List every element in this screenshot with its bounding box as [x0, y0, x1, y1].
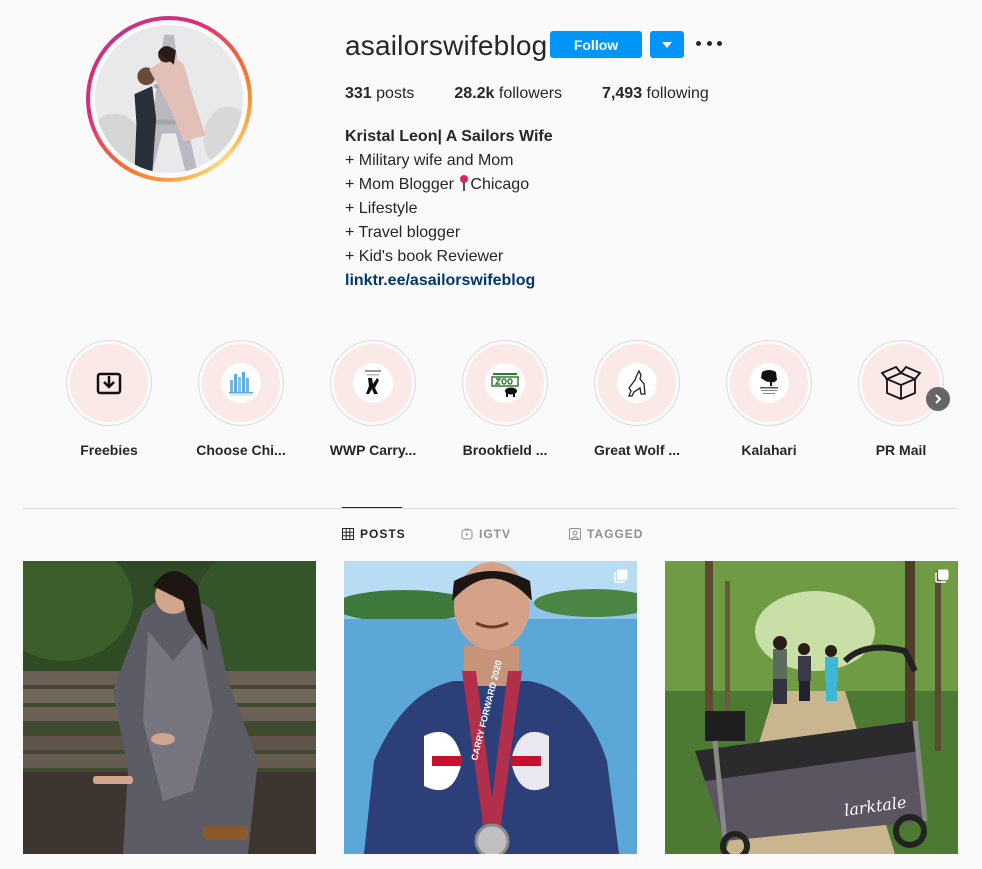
wounded-warrior-logo — [353, 363, 393, 403]
bio-line: + Lifestyle — [345, 200, 418, 217]
tabs-divider — [23, 508, 958, 509]
tab-posts[interactable]: POSTS — [342, 527, 406, 541]
post-thumbnail-3[interactable]: larktale — [665, 561, 958, 854]
story-highlights: Freebies Choose Chi... WWP Carry... Broo… — [0, 340, 982, 460]
followers-count: 28.2k — [454, 85, 495, 102]
highlight-ring — [594, 340, 680, 426]
highlight-freebies[interactable]: Freebies — [64, 340, 154, 458]
highlight-cover — [730, 344, 808, 422]
posts-stat: 331 posts — [345, 85, 414, 103]
dot-icon — [696, 40, 701, 46]
bio-line-text: + Mom Blogger — [345, 176, 459, 193]
highlight-label: Choose Chi... — [196, 442, 286, 458]
highlight-cover — [202, 344, 280, 422]
tab-label: TAGGED — [587, 527, 644, 541]
multiple-photos-icon — [614, 569, 628, 583]
bio-full-name: Kristal Leon| A Sailors Wife — [345, 128, 553, 145]
bio-line: + Kid's book Reviewer — [345, 248, 504, 265]
post-image: CARRY FORWARD 2020 — [344, 561, 637, 854]
highlight-ring — [726, 340, 812, 426]
dot-icon — [717, 40, 722, 46]
avatar-image — [95, 25, 243, 173]
post-image — [23, 561, 316, 854]
highlight-brookfield[interactable]: Brookfield ... — [460, 340, 550, 458]
grid-icon — [342, 528, 354, 540]
post-thumbnail-2[interactable]: CARRY FORWARD 2020 — [344, 561, 637, 854]
igtv-icon — [461, 528, 473, 540]
bio-line: + Mom Blogger Chicago — [345, 173, 553, 197]
avatar-border — [90, 20, 248, 178]
chevron-right-icon — [935, 394, 942, 404]
highlight-ring — [858, 340, 944, 426]
profile-avatar[interactable] — [86, 16, 252, 182]
profile-stats: 331 posts 28.2k followers 7,493 followin… — [345, 85, 749, 103]
highlight-cover — [862, 344, 940, 422]
highlight-cover — [598, 344, 676, 422]
following-label: following — [646, 85, 709, 102]
highlight-cover — [70, 344, 148, 422]
follow-button[interactable]: Follow — [550, 31, 642, 58]
highlight-label: PR Mail — [875, 442, 927, 458]
howling-wolf-logo — [617, 363, 657, 403]
highlights-next-button[interactable] — [926, 387, 950, 411]
following-count: 7,493 — [602, 85, 643, 102]
highlight-label: Brookfield ... — [462, 442, 548, 458]
following-stat[interactable]: 7,493 following — [602, 85, 709, 103]
followers-stat[interactable]: 28.2k followers — [454, 85, 562, 103]
profile-bio: Kristal Leon| A Sailors Wife + Military … — [345, 125, 553, 293]
highlight-ring — [462, 340, 548, 426]
highlight-wwp-carry[interactable]: WWP Carry... — [328, 340, 418, 458]
highlight-cover — [466, 344, 544, 422]
tab-tagged[interactable]: TAGGED — [569, 527, 643, 541]
highlight-label: Freebies — [80, 442, 138, 458]
tab-label: POSTS — [360, 527, 406, 541]
tab-igtv[interactable]: IGTV — [461, 527, 511, 541]
posts-label: posts — [376, 85, 415, 102]
bio-line-text: Chicago — [470, 176, 530, 193]
highlight-ring — [330, 340, 416, 426]
bio-external-link[interactable]: linktr.ee/asailorswifeblog — [345, 272, 535, 289]
followers-label: followers — [498, 85, 563, 102]
brookfield-zoo-logo — [485, 363, 525, 403]
highlight-kalahari[interactable]: Kalahari — [724, 340, 814, 458]
post-thumbnail-1[interactable] — [23, 561, 316, 854]
dot-icon — [706, 40, 712, 46]
avatar-photo — [95, 25, 243, 173]
chevron-down-icon — [662, 41, 672, 48]
highlight-cover — [334, 344, 412, 422]
highlight-label: Kalahari — [741, 442, 797, 458]
download-box-icon — [96, 372, 122, 395]
posts-count: 331 — [345, 85, 372, 102]
highlight-label: Great Wolf ... — [593, 442, 681, 458]
chicago-skyline-logo — [221, 363, 261, 403]
suggested-dropdown-button[interactable] — [650, 31, 684, 58]
more-options-button[interactable] — [696, 34, 722, 52]
round-pushpin-icon — [459, 175, 469, 191]
open-box-icon — [880, 365, 922, 400]
multiple-photos-icon — [935, 569, 949, 583]
kalahari-elephant-logo — [749, 363, 789, 403]
highlight-label: WWP Carry... — [329, 442, 417, 458]
bio-line: + Military wife and Mom — [345, 152, 514, 169]
highlight-choose-chicago[interactable]: Choose Chi... — [196, 340, 286, 458]
profile-tabs: POSTS IGTV TAGGED — [0, 527, 982, 545]
post-image: larktale — [665, 561, 958, 854]
highlight-ring — [198, 340, 284, 426]
tagged-icon — [569, 528, 581, 540]
tab-label: IGTV — [479, 527, 512, 541]
highlight-ring — [66, 340, 152, 426]
profile-username: asailorswifeblog — [345, 30, 548, 61]
highlight-great-wolf[interactable]: Great Wolf ... — [592, 340, 682, 458]
bio-line: + Travel blogger — [345, 224, 461, 241]
active-tab-indicator — [342, 507, 402, 508]
